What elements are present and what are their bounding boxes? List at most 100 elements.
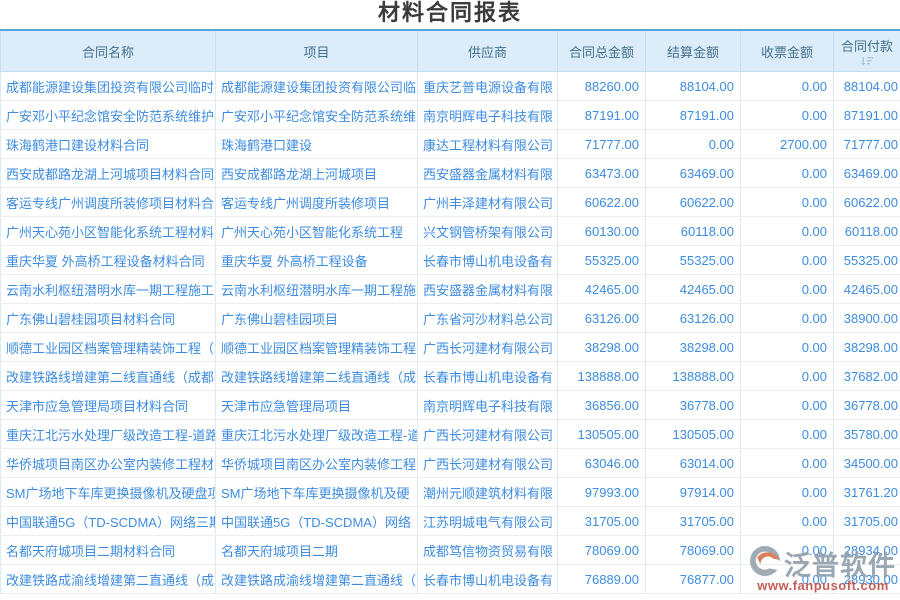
supplier-cell: 南京明辉电子科技有限 xyxy=(418,101,558,130)
project-cell: 西安成都路龙湖上河城项目 xyxy=(216,159,418,188)
table-row[interactable]: 广东佛山碧桂园项目材料合同广东佛山碧桂园项目广东省河沙材料总公司63126.00… xyxy=(1,304,900,333)
column-header-4: 合同总金额 xyxy=(558,30,646,72)
table-row[interactable]: 改建铁路线增建第二线直通线（成都改建铁路线增建第二线直通线（成长春市博山机电设备… xyxy=(1,362,900,391)
payment-amount-cell: 88104.00 xyxy=(834,72,900,101)
table-row[interactable]: 西安成都路龙湖上河城项目材料合同西安成都路龙湖上河城项目西安盛器金属材料有限63… xyxy=(1,159,900,188)
project-cell: 珠海鹤港口建设 xyxy=(216,130,418,159)
sort-descending-icon[interactable] xyxy=(861,56,874,66)
total-amount-cell: 76889.00 xyxy=(558,565,646,594)
total-amount-cell: 138888.00 xyxy=(558,362,646,391)
supplier-cell: 长春市博山机电设备有 xyxy=(418,565,558,594)
invoice-amount-cell: 0.00 xyxy=(741,391,834,420)
payment-amount-cell: 31705.00 xyxy=(834,507,900,536)
invoice-amount-cell: 0.00 xyxy=(741,72,834,101)
table-row[interactable]: 客运专线广州调度所装修项目材料合客运专线广州调度所装修项目广州丰泽建材有限公司6… xyxy=(1,188,900,217)
contract-name-cell: 广州天心苑小区智能化系统工程材料 xyxy=(1,217,216,246)
settlement-amount-cell: 63126.00 xyxy=(646,304,741,333)
settlement-amount-cell: 78069.00 xyxy=(646,536,741,565)
settlement-amount-cell: 31705.00 xyxy=(646,507,741,536)
project-cell: 改建铁路线增建第二线直通线（成 xyxy=(216,362,418,391)
total-amount-cell: 31705.00 xyxy=(558,507,646,536)
total-amount-cell: 130505.00 xyxy=(558,420,646,449)
contract-name-cell: 改建铁路线增建第二线直通线（成都 xyxy=(1,362,216,391)
column-header-6: 收票金额 xyxy=(741,30,834,72)
supplier-cell: 长春市博山机电设备有 xyxy=(418,362,558,391)
total-amount-cell: 55325.00 xyxy=(558,246,646,275)
table-row[interactable]: 重庆华夏 外高桥工程设备材料合同重庆华夏 外高桥工程设备长春市博山机电设备有55… xyxy=(1,246,900,275)
settlement-amount-cell: 36778.00 xyxy=(646,391,741,420)
total-amount-cell: 63046.00 xyxy=(558,449,646,478)
project-cell: 成都能源建设集团投资有限公司临 xyxy=(216,72,418,101)
project-cell: 重庆江北污水处理厂级改造工程-道 xyxy=(216,420,418,449)
payment-amount-cell: 71777.00 xyxy=(834,130,900,159)
project-cell: 中国联通5G（TD-SCDMA）网络 xyxy=(216,507,418,536)
supplier-cell: 重庆艺普电源设备有限 xyxy=(418,72,558,101)
invoice-amount-cell: 0.00 xyxy=(741,246,834,275)
table-row[interactable]: 广州天心苑小区智能化系统工程材料广州天心苑小区智能化系统工程兴文钢管桥架有限公司… xyxy=(1,217,900,246)
project-cell: 顺德工业园区档案管理精装饰工程 xyxy=(216,333,418,362)
payment-amount-cell: 31761.20 xyxy=(834,478,900,507)
payment-amount-cell: 87191.00 xyxy=(834,101,900,130)
contract-name-cell: 名都天府城项目二期材料合同 xyxy=(1,536,216,565)
table-row[interactable]: 华侨城项目南区办公室内装修工程材华侨城项目南区办公室内装修工程广西长河建材有限公… xyxy=(1,449,900,478)
payment-amount-cell: 60622.00 xyxy=(834,188,900,217)
payment-amount-cell: 60118.00 xyxy=(834,217,900,246)
table-row[interactable]: SM广场地下车库更换摄像机及硬盘项SM广场地下车库更换摄像机及硬潮州元顺建筑材料… xyxy=(1,478,900,507)
supplier-cell: 兴文钢管桥架有限公司 xyxy=(418,217,558,246)
contract-name-cell: 客运专线广州调度所装修项目材料合 xyxy=(1,188,216,217)
contract-name-cell: 改建铁路成渝线增建第二直通线（成 xyxy=(1,565,216,594)
table-row[interactable]: 重庆江北污水处理厂级改造工程-道路重庆江北污水处理厂级改造工程-道广西长河建材有… xyxy=(1,420,900,449)
settlement-amount-cell: 60622.00 xyxy=(646,188,741,217)
contract-name-cell: 珠海鹤港口建设材料合同 xyxy=(1,130,216,159)
payment-amount-cell: 55325.00 xyxy=(834,246,900,275)
table-row[interactable]: 顺德工业园区档案管理精装饰工程（顺德工业园区档案管理精装饰工程广西长河建材有限公… xyxy=(1,333,900,362)
column-header-3: 供应商 xyxy=(418,30,558,72)
contract-name-cell: 中国联通5G（TD-SCDMA）网络三期 xyxy=(1,507,216,536)
project-cell: 重庆华夏 外高桥工程设备 xyxy=(216,246,418,275)
payment-amount-cell: 63469.00 xyxy=(834,159,900,188)
payment-amount-cell: 28930.00 xyxy=(834,565,900,594)
supplier-cell: 广西长河建材有限公司 xyxy=(418,333,558,362)
supplier-cell: 广东省河沙材料总公司 xyxy=(418,304,558,333)
project-cell: 广安邓小平纪念馆安全防范系统维 xyxy=(216,101,418,130)
table-row[interactable]: 名都天府城项目二期材料合同名都天府城项目二期成都笃信物资贸易有限78069.00… xyxy=(1,536,900,565)
settlement-amount-cell: 130505.00 xyxy=(646,420,741,449)
total-amount-cell: 38298.00 xyxy=(558,333,646,362)
invoice-amount-cell: 0.00 xyxy=(741,159,834,188)
payment-amount-cell: 38900.00 xyxy=(834,304,900,333)
column-label: 合同名称 xyxy=(82,45,134,60)
payment-amount-cell: 37682.00 xyxy=(834,362,900,391)
invoice-amount-cell: 0.00 xyxy=(741,536,834,565)
payment-amount-cell: 28934.00 xyxy=(834,536,900,565)
contract-name-cell: 重庆华夏 外高桥工程设备材料合同 xyxy=(1,246,216,275)
invoice-amount-cell: 0.00 xyxy=(741,362,834,391)
table-row[interactable]: 天津市应急管理局项目材料合同天津市应急管理局项目南京明辉电子科技有限36856.… xyxy=(1,391,900,420)
payment-amount-cell: 34500.00 xyxy=(834,449,900,478)
total-amount-cell: 63126.00 xyxy=(558,304,646,333)
table-body: 成都能源建设集团投资有限公司临时成都能源建设集团投资有限公司临重庆艺普电源设备有… xyxy=(1,72,900,594)
contract-name-cell: 重庆江北污水处理厂级改造工程-道路 xyxy=(1,420,216,449)
payment-amount-cell: 42465.00 xyxy=(834,275,900,304)
supplier-cell: 南京明辉电子科技有限 xyxy=(418,391,558,420)
table-row[interactable]: 中国联通5G（TD-SCDMA）网络三期中国联通5G（TD-SCDMA）网络江苏… xyxy=(1,507,900,536)
payment-amount-cell: 36778.00 xyxy=(834,391,900,420)
invoice-amount-cell: 2700.00 xyxy=(741,130,834,159)
table-row[interactable]: 成都能源建设集团投资有限公司临时成都能源建设集团投资有限公司临重庆艺普电源设备有… xyxy=(1,72,900,101)
column-header-5: 结算金额 xyxy=(646,30,741,72)
table-row[interactable]: 云南水利枢纽潜明水库一期工程施工云南水利枢纽潜明水库一期工程施西安盛器金属材料有… xyxy=(1,275,900,304)
contract-name-cell: SM广场地下车库更换摄像机及硬盘项 xyxy=(1,478,216,507)
total-amount-cell: 88260.00 xyxy=(558,72,646,101)
total-amount-cell: 78069.00 xyxy=(558,536,646,565)
page-title: 材料合同报表 xyxy=(0,0,900,29)
project-cell: 名都天府城项目二期 xyxy=(216,536,418,565)
total-amount-cell: 97993.00 xyxy=(558,478,646,507)
table-row[interactable]: 广安邓小平纪念馆安全防范系统维护广安邓小平纪念馆安全防范系统维南京明辉电子科技有… xyxy=(1,101,900,130)
contract-name-cell: 成都能源建设集团投资有限公司临时 xyxy=(1,72,216,101)
settlement-amount-cell: 42465.00 xyxy=(646,275,741,304)
supplier-cell: 西安盛器金属材料有限 xyxy=(418,275,558,304)
table-row[interactable]: 改建铁路成渝线增建第二直通线（成改建铁路成渝线增建第二直通线（长春市博山机电设备… xyxy=(1,565,900,594)
column-header-7[interactable]: 合同付款 xyxy=(834,30,900,72)
table-row[interactable]: 珠海鹤港口建设材料合同珠海鹤港口建设康达工程材料有限公司71777.000.00… xyxy=(1,130,900,159)
supplier-cell: 广西长河建材有限公司 xyxy=(418,449,558,478)
project-cell: 华侨城项目南区办公室内装修工程 xyxy=(216,449,418,478)
